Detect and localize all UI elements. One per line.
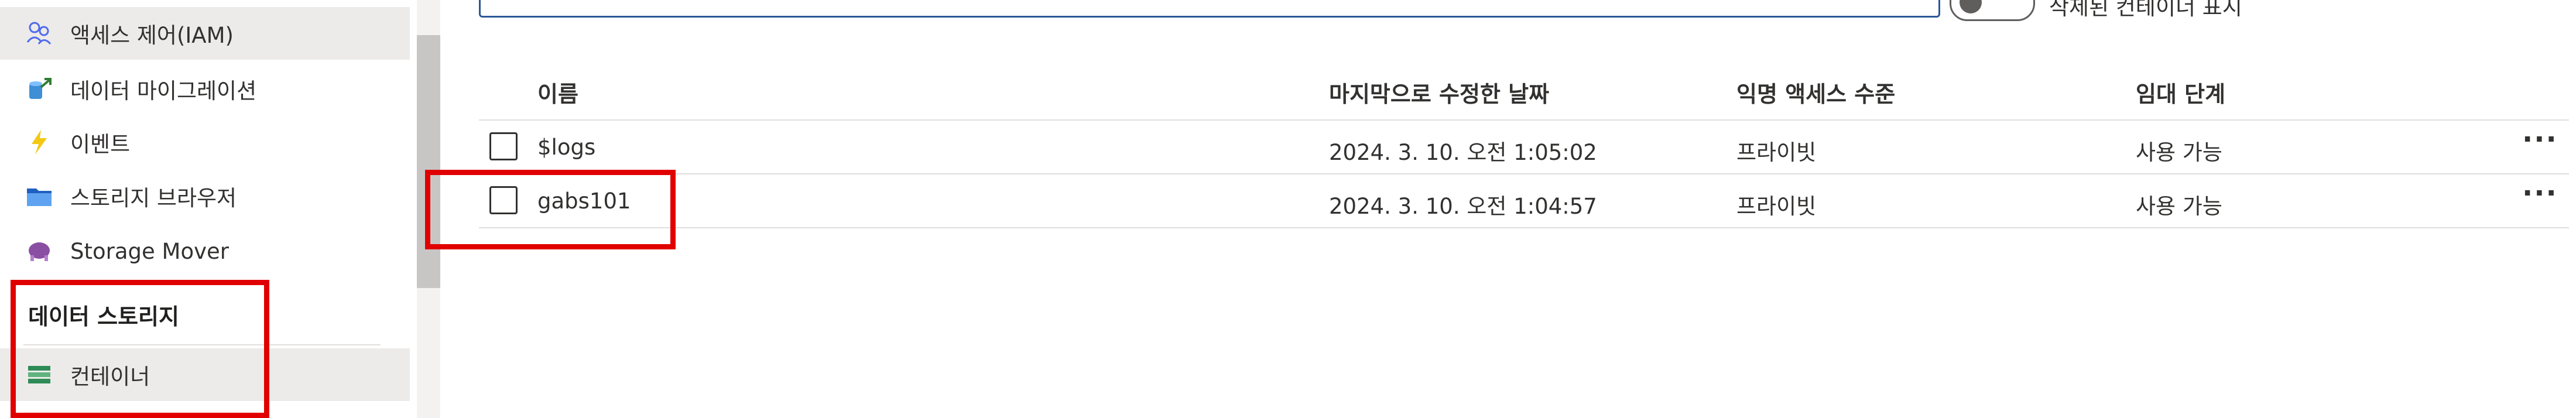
more-options-icon[interactable]: ··· [2522, 177, 2558, 210]
sidebar-item-storage-mover[interactable]: Storage Mover [0, 225, 410, 277]
sidebar-item-events[interactable]: 이벤트 [0, 116, 410, 169]
people-icon [26, 20, 53, 47]
sidebar-scrollbar-thumb[interactable] [417, 35, 440, 288]
access-level-cell: 프라이빗 [1736, 140, 1817, 165]
more-options-icon[interactable]: ··· [2522, 123, 2558, 156]
last-modified-cell: 2024. 3. 10. 오전 1:05:02 [1329, 140, 1597, 165]
lightning-icon [26, 129, 53, 156]
sidebar-item-label: Storage Mover [70, 238, 229, 264]
last-modified-cell: 2024. 3. 10. 오전 1:04:57 [1329, 194, 1597, 219]
toggle-knob [1960, 0, 1982, 13]
sidebar-item-data-migration[interactable]: 데이터 마이그레이션 [0, 63, 410, 115]
table-row[interactable]: $logs 2024. 3. 10. 오전 1:05:02 프라이빗 사용 가능… [479, 121, 2569, 174]
column-header-lease-state[interactable]: 임대 단계 [2136, 76, 2225, 108]
toggle-label: 삭제된 컨테이너 표시 [2049, 0, 2242, 20]
access-level-cell: 프라이빗 [1736, 194, 1817, 219]
migration-icon [26, 76, 53, 102]
sidebar-item-label: 스토리지 브라우저 [70, 186, 237, 211]
search-input[interactable] [479, 0, 1940, 18]
sidebar-item-label: 데이터 마이그레이션 [70, 78, 257, 104]
table-row[interactable]: gabs101 2024. 3. 10. 오전 1:04:57 프라이빗 사용 … [479, 174, 2569, 228]
lease-state-cell: 사용 가능 [2136, 194, 2222, 219]
highlight-box-containers [11, 280, 269, 418]
column-header-anonymous-access[interactable]: 익명 액세스 수준 [1736, 76, 1895, 108]
table-header: 이름 마지막으로 수정한 날짜 익명 액세스 수준 임대 단계 [479, 66, 2569, 121]
column-header-name[interactable]: 이름 [537, 76, 578, 108]
sidebar-item-access-control[interactable]: 액세스 제어(IAM) [0, 7, 410, 60]
column-header-last-modified[interactable]: 마지막으로 수정한 날짜 [1329, 76, 1549, 108]
storage-mover-icon [26, 238, 53, 265]
folder-icon [26, 183, 53, 210]
sidebar-item-label: 이벤트 [70, 132, 131, 157]
highlight-box-gabs101 [425, 170, 676, 249]
row-checkbox[interactable] [489, 132, 518, 160]
containers-table: 이름 마지막으로 수정한 날짜 익명 액세스 수준 임대 단계 $logs 20… [479, 66, 2569, 228]
sidebar-item-storage-browser[interactable]: 스토리지 브라우저 [0, 170, 410, 222]
sidebar-item-label: 액세스 제어(IAM) [70, 23, 234, 48]
container-name-link[interactable]: $logs [537, 135, 595, 160]
lease-state-cell: 사용 가능 [2136, 140, 2222, 165]
show-deleted-containers-toggle[interactable] [1950, 0, 2035, 21]
